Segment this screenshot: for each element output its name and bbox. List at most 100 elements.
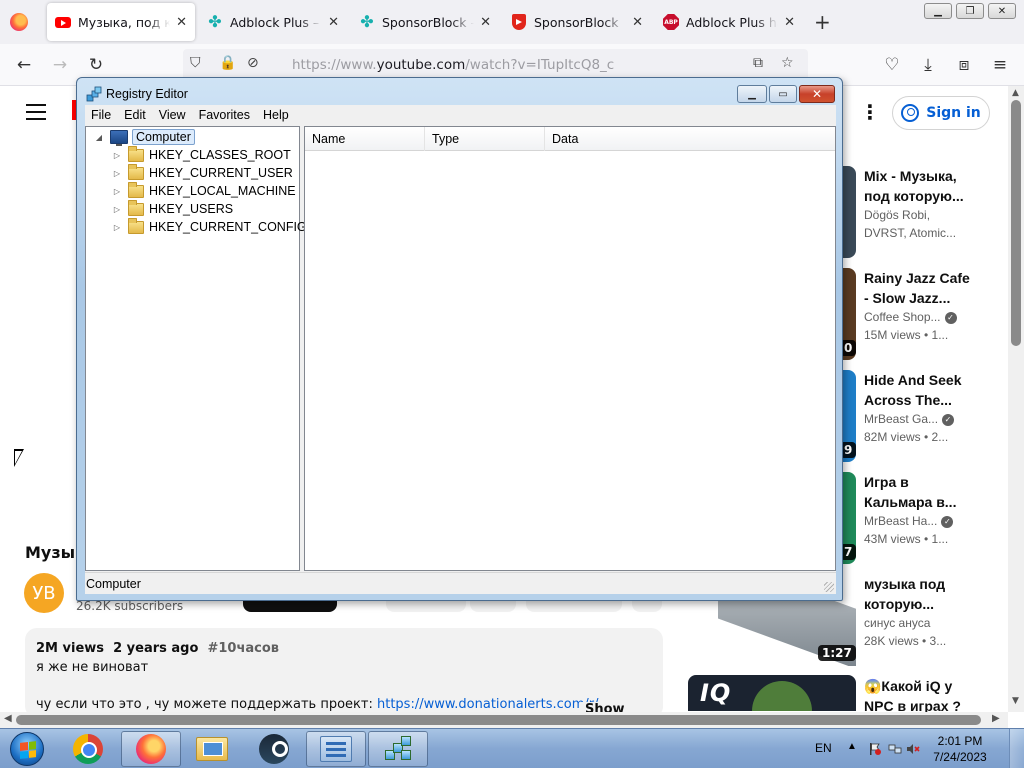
menu-help[interactable]: Help bbox=[263, 108, 289, 122]
bookmark-star-icon[interactable]: ☆ bbox=[781, 55, 794, 71]
back-arrow-icon[interactable]: ← bbox=[12, 54, 36, 76]
menu-favorites[interactable]: Favorites bbox=[199, 108, 250, 122]
close-tab-icon[interactable]: ✕ bbox=[176, 15, 187, 30]
tree-node-computer[interactable]: ◢ Computer bbox=[94, 129, 195, 146]
taskbar-control-panel[interactable] bbox=[306, 731, 366, 767]
downloads-icon[interactable]: ⤓ bbox=[916, 54, 940, 76]
picture-in-picture-icon[interactable]: ⧉ bbox=[753, 55, 763, 71]
taskbar-steam[interactable] bbox=[244, 731, 304, 767]
show-desktop-button[interactable] bbox=[1009, 729, 1024, 768]
menu-icon[interactable]: ≡ bbox=[988, 54, 1012, 76]
expand-arrow-icon[interactable]: ▷ bbox=[112, 187, 122, 196]
column-header-row: Name Type Data bbox=[305, 127, 835, 151]
close-tab-icon[interactable]: ✕ bbox=[328, 15, 339, 30]
dislike-button[interactable] bbox=[470, 600, 516, 612]
scroll-left-icon[interactable]: ◀ bbox=[4, 713, 12, 724]
donation-link[interactable]: https://www.donationalerts.com/r/ bbox=[377, 697, 599, 712]
column-header-name[interactable]: Name bbox=[305, 127, 425, 151]
tab-sponsorblock[interactable]: SponsorBlock ✕ bbox=[503, 3, 651, 41]
recommendation-item[interactable]: 😱Какой iQ у NPC в играх ? bbox=[864, 676, 974, 712]
taskbar-explorer[interactable] bbox=[182, 731, 242, 767]
recommendation-thumbnail[interactable]: IQ bbox=[688, 675, 856, 711]
expand-arrow-icon[interactable]: ▷ bbox=[112, 205, 122, 214]
menu-file[interactable]: File bbox=[91, 108, 111, 122]
lock-icon[interactable]: 🔒 bbox=[219, 55, 236, 71]
recommendation-item[interactable]: музыка под которую... синус ануса 28K vi… bbox=[864, 574, 974, 650]
steam-icon bbox=[259, 734, 289, 764]
pocket-icon[interactable]: ♡ bbox=[880, 54, 904, 76]
expand-arrow-icon[interactable]: ▷ bbox=[112, 169, 122, 178]
system-clock[interactable]: 2:01 PM 7/24/2023 bbox=[924, 733, 996, 765]
tree-node-hkey-local-machine[interactable]: ▷ HKEY_LOCAL_MACHINE bbox=[112, 181, 296, 199]
resize-grip-icon[interactable] bbox=[824, 582, 834, 592]
close-tab-icon[interactable]: ✕ bbox=[632, 15, 643, 30]
hashtag-link[interactable]: #10часов bbox=[207, 641, 279, 656]
page-vertical-scrollbar[interactable]: ▲ ▼ bbox=[1008, 86, 1024, 712]
column-header-data[interactable]: Data bbox=[545, 127, 835, 151]
taskbar-firefox[interactable] bbox=[121, 731, 181, 767]
tab-adblock-description[interactable]: ✤ Adblock Plus – Des ✕ bbox=[199, 3, 347, 41]
recommendation-item[interactable]: Rainy Jazz Cafe - Slow Jazz... Coffee Sh… bbox=[864, 268, 974, 344]
tree-node-hkey-current-config[interactable]: ▷ HKEY_CURRENT_CONFIG bbox=[112, 217, 307, 235]
share-button[interactable] bbox=[526, 600, 622, 612]
restore-icon[interactable]: ❐ bbox=[956, 3, 984, 19]
registry-values-list[interactable]: Name Type Data bbox=[304, 126, 836, 571]
page-horizontal-scrollbar[interactable]: ◀ ▶ bbox=[0, 712, 1008, 728]
channel-avatar[interactable]: УВ bbox=[24, 573, 64, 613]
close-tab-icon[interactable]: ✕ bbox=[784, 15, 795, 30]
recommendation-item[interactable]: Hide And Seek Across The... MrBeast Ga..… bbox=[864, 370, 974, 446]
start-button[interactable] bbox=[4, 730, 50, 768]
collapse-arrow-icon[interactable]: ◢ bbox=[94, 133, 104, 142]
more-options-icon[interactable]: ⋮ bbox=[860, 100, 880, 124]
tree-node-hkey-users[interactable]: ▷ HKEY_USERS bbox=[112, 199, 233, 217]
expand-arrow-icon[interactable]: ▷ bbox=[112, 151, 122, 160]
maximize-icon[interactable]: ▭ bbox=[769, 85, 797, 103]
tab-adblock-plus[interactable]: ABP Adblock Plus has ✕ bbox=[655, 3, 803, 41]
expand-arrow-icon[interactable]: ▷ bbox=[112, 223, 122, 232]
more-actions-button[interactable] bbox=[632, 600, 662, 612]
recommendation-item[interactable]: Игра в Кальмара в... MrBeast Ha... ✓ 43M … bbox=[864, 472, 974, 548]
like-button[interactable] bbox=[386, 600, 466, 612]
scroll-down-icon[interactable]: ▼ bbox=[1012, 696, 1019, 706]
minimize-icon[interactable]: ▁ bbox=[924, 3, 952, 19]
tree-node-hkey-current-user[interactable]: ▷ HKEY_CURRENT_USER bbox=[112, 163, 293, 181]
scroll-right-icon[interactable]: ▶ bbox=[992, 713, 1000, 724]
menu-edit[interactable]: Edit bbox=[124, 108, 146, 122]
taskbar-registry-editor[interactable] bbox=[368, 731, 428, 767]
new-tab-icon[interactable]: + bbox=[814, 10, 831, 34]
autoplay-blocked-icon[interactable]: ⊘ bbox=[247, 55, 259, 71]
tab-sponsorblock-skip[interactable]: ✤ SponsorBlock - Sk ✕ bbox=[351, 3, 499, 41]
close-icon[interactable]: ✕ bbox=[799, 85, 835, 103]
show-hidden-icons-icon[interactable]: ▲ bbox=[847, 741, 857, 752]
volume-muted-icon[interactable] bbox=[906, 742, 920, 756]
close-icon[interactable]: ✕ bbox=[988, 3, 1016, 19]
sign-in-button[interactable]: Sign in bbox=[892, 96, 990, 130]
scrollbar-thumb[interactable] bbox=[16, 715, 981, 725]
tracking-shield-icon[interactable]: ⛉ bbox=[190, 55, 201, 71]
firefox-icon[interactable] bbox=[10, 13, 28, 31]
recommendation-item[interactable]: Mix - Музыка, под которую... Dögös Robi,… bbox=[864, 166, 974, 242]
scroll-up-icon[interactable]: ▲ bbox=[1012, 88, 1019, 98]
window-title: Registry Editor bbox=[106, 87, 188, 101]
recommendation-meta: 28K views • 3... bbox=[864, 634, 947, 648]
taskbar-chrome[interactable] bbox=[58, 731, 118, 767]
registry-tree[interactable]: ◢ Computer ▷ HKEY_CLASSES_ROOT ▷ HKEY_CU… bbox=[85, 126, 307, 571]
extensions-icon[interactable]: ⧈ bbox=[952, 54, 976, 76]
minimize-icon[interactable]: ▁ bbox=[737, 85, 767, 103]
subscribe-button[interactable] bbox=[243, 600, 337, 612]
menu-view[interactable]: View bbox=[159, 108, 186, 122]
close-tab-icon[interactable]: ✕ bbox=[480, 15, 491, 30]
column-header-type[interactable]: Type bbox=[425, 127, 545, 151]
mouse-cursor-icon bbox=[14, 449, 24, 467]
forward-arrow-icon[interactable]: → bbox=[48, 54, 72, 76]
network-icon[interactable] bbox=[888, 742, 902, 756]
guide-menu-icon[interactable] bbox=[26, 104, 46, 120]
scrollbar-thumb[interactable] bbox=[1011, 100, 1021, 346]
action-center-flag-icon[interactable] bbox=[868, 742, 882, 756]
reload-icon[interactable]: ↻ bbox=[84, 54, 108, 76]
tree-node-hkey-classes-root[interactable]: ▷ HKEY_CLASSES_ROOT bbox=[112, 145, 291, 163]
registry-editor-window[interactable]: Registry Editor ▁ ▭ ✕ File Edit View Fav… bbox=[76, 77, 843, 601]
video-description[interactable]: 2M views 2 years ago #10часов я же не ви… bbox=[25, 628, 663, 718]
tab-youtube[interactable]: Музыка, под которую ✕ bbox=[47, 3, 195, 41]
language-indicator[interactable]: EN bbox=[815, 741, 832, 755]
